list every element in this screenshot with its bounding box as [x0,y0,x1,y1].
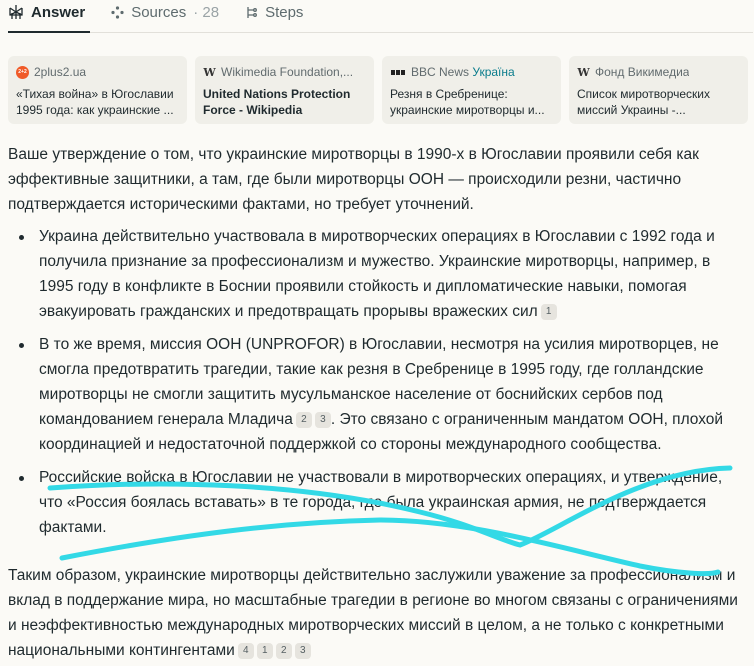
citation-badge[interactable]: 3 [314,412,331,428]
source-card[interactable]: 2+2 2plus2.ua «Тихая война» в Югославии … [8,56,187,124]
source-title: Список миротворческих миссий Украины -..… [577,87,710,117]
tab-steps-label: Steps [265,3,304,21]
tab-sources[interactable]: Sources · 28 [111,2,219,22]
answer-tabs: Answer Sources · 28 Steps [0,0,754,36]
bullet-text: Российские войска в Югославии не участво… [39,469,723,536]
wikipedia-icon: W [577,65,590,79]
list-item: В то же время, миссия ООН (UNPROFOR) в Ю… [8,332,748,457]
source-card[interactable]: W Фонд Викимедиа Список миротворческих м… [569,56,748,124]
conclusion-text: Таким образом, украинские миротворцы дей… [8,567,738,659]
2plus2-logo-icon: 2+2 [16,65,29,79]
citation-badge[interactable]: 2 [295,412,312,428]
source-title: Резня в Сребренице: украинские миротворц… [390,87,545,117]
list-item: Украина действительно участвовала в миро… [8,224,748,324]
source-site: Фонд Викимедиа [595,65,690,79]
source-site: 2plus2.ua [34,65,87,79]
bbc-logo-icon [390,66,406,79]
steps-icon [245,6,258,19]
tab-steps[interactable]: Steps [245,2,303,22]
citation-badge[interactable]: 3 [294,643,311,659]
citation-badge[interactable]: 1 [540,304,557,320]
source-cards: 2+2 2plus2.ua «Тихая война» в Югославии … [8,56,748,124]
tab-answer-label: Answer [31,3,86,21]
source-card[interactable]: BBC News Україна Резня в Сребренице: укр… [382,56,561,124]
tab-answer[interactable]: Answer [8,2,85,22]
wikipedia-icon: W [203,65,216,79]
source-title: United Nations Protection Force - Wikipe… [203,87,351,117]
sources-count: · 28 [193,3,220,21]
bullet-text: Украина действительно участвовала в миро… [39,228,715,320]
source-card[interactable]: W Wikimedia Foundation,... United Nation… [195,56,374,124]
source-title: «Тихая война» в Югославии 1995 года: как… [16,87,174,117]
answer-conclusion: Таким образом, украинские миротворцы дей… [8,563,748,663]
active-tab-indicator [8,31,90,33]
answer-bullets: Украина действительно участвовала в миро… [8,224,748,548]
tabs-divider [8,32,753,33]
source-site: Wikimedia Foundation,... [221,65,354,79]
perplexity-logo-icon [8,4,24,20]
answer-intro: Ваше утверждение о том, что украинские м… [8,146,699,213]
source-site: BBC News Україна [411,65,515,79]
list-item: Российские войска в Югославии не участво… [8,465,748,540]
tab-sources-label: Sources [131,3,187,21]
citation-badge[interactable]: 4 [237,643,254,659]
sources-icon [111,5,124,19]
citation-badge[interactable]: 1 [256,643,273,659]
citation-badge[interactable]: 2 [275,643,292,659]
